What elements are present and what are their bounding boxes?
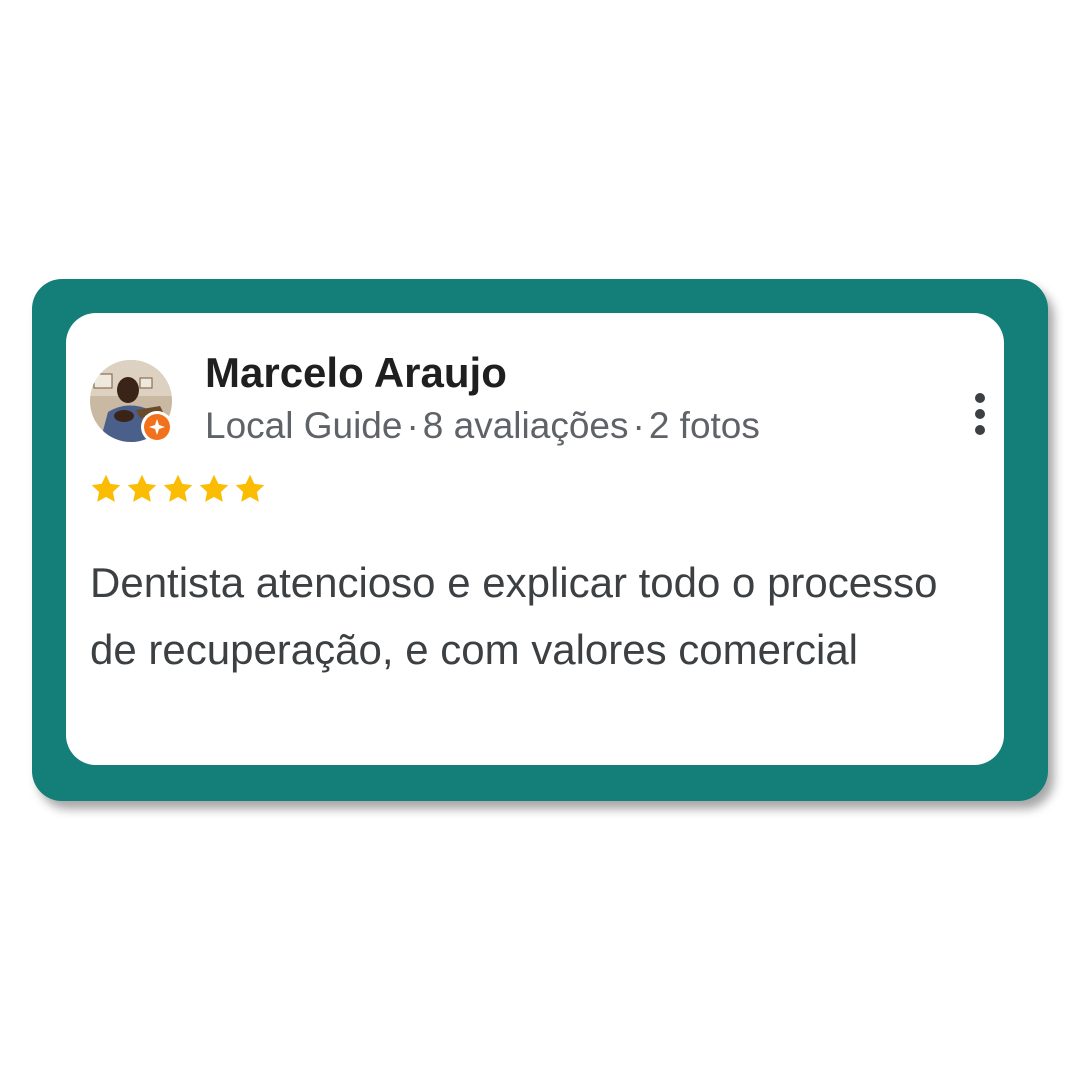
local-guide-label: Local Guide [205, 405, 403, 446]
more-vertical-icon-dot [975, 409, 985, 419]
reviewer-name[interactable]: Marcelo Araujo [205, 349, 507, 397]
star-icon [235, 474, 265, 502]
review-card: Marcelo Araujo Local Guide · 8 avaliações ·… [66, 313, 1004, 765]
local-guide-badge-icon [141, 411, 173, 443]
reviews-count: 8 avaliações [422, 405, 629, 446]
reviewer-meta: Local Guide · 8 avaliações · 2 fotos [205, 405, 760, 447]
more-vertical-icon [975, 393, 985, 403]
meta-separator: · [632, 405, 645, 446]
meta-separator: · [406, 405, 419, 446]
star-icon [199, 474, 229, 502]
star-rating [88, 471, 268, 507]
more-vertical-icon-dot [975, 425, 985, 435]
more-options-button[interactable] [962, 387, 998, 441]
star-icon [91, 474, 121, 502]
photos-count: 2 fotos [648, 405, 760, 446]
review-screenshot: Marcelo Araujo Local Guide · 8 avaliações ·… [0, 0, 1080, 1080]
review-text: Dentista atencioso e explicar todo o pro… [90, 559, 938, 673]
star-icon [127, 474, 157, 502]
star-icon [163, 474, 193, 502]
